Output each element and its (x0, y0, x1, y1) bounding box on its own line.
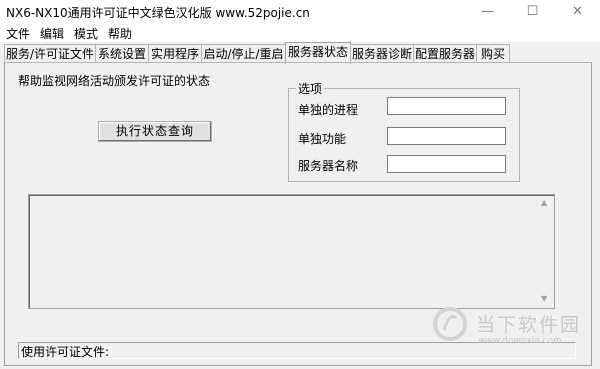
server-name-input[interactable] (387, 155, 506, 173)
separate-feature-input[interactable] (387, 127, 506, 145)
license-file-status: 使用许可证文件: (21, 345, 110, 359)
tab-system-settings[interactable]: 系统设置 (95, 44, 149, 63)
scroll-down-icon[interactable]: ▼ (541, 294, 547, 303)
tab-utilities[interactable]: 实用程序 (148, 44, 202, 63)
scroll-up-icon[interactable]: ▲ (541, 198, 547, 207)
tab-strip: 服务/许可证文件 系统设置 实用程序 启动/停止/重启 服务器状态 服务器诊断 … (0, 42, 600, 64)
help-text: 帮助监视网络活动颁发许可证的状态 (18, 74, 211, 88)
execute-status-query-button[interactable]: 执行状态查询 (98, 121, 212, 142)
watermark-text: 当下软件园 (476, 314, 582, 336)
downxia-logo-icon (433, 307, 467, 341)
options-legend: 选项 (296, 80, 325, 97)
tab-service-license-file[interactable]: 服务/许可证文件 (4, 44, 96, 63)
watermark: 当下软件园 www.downxia.com (432, 306, 592, 356)
window-title: NX6-NX10通用许可证中文绿色汉化版 www.52pojie.cn (6, 6, 310, 20)
server-name-label: 服务器名称 (298, 159, 359, 173)
tab-start-stop-restart[interactable]: 启动/停止/重启 (201, 44, 286, 63)
separate-feature-label: 单独功能 (298, 132, 347, 146)
maximize-button[interactable]: ☐ (510, 0, 555, 24)
separate-process-input[interactable] (387, 97, 506, 115)
separate-process-label: 单独的进程 (298, 103, 359, 117)
menu-bar: 文件 编辑 模式 帮助 (0, 24, 600, 42)
menu-file[interactable]: 文件 (6, 25, 30, 42)
watermark-url: www.downxia.com (478, 336, 562, 346)
tab-server-diagnostics[interactable]: 服务器诊断 (350, 44, 414, 63)
tab-configure-server[interactable]: 配置服务器 (413, 44, 477, 63)
menu-mode[interactable]: 模式 (74, 25, 98, 42)
title-bar: NX6-NX10通用许可证中文绿色汉化版 www.52pojie.cn — ☐ … (0, 0, 600, 24)
menu-edit[interactable]: 编辑 (40, 25, 64, 42)
close-button[interactable]: ✕ (555, 0, 600, 24)
status-output-box[interactable] (28, 194, 555, 309)
tab-purchase[interactable]: 购买 (476, 44, 510, 63)
menu-help[interactable]: 帮助 (108, 25, 132, 42)
tab-server-status[interactable]: 服务器状态 (285, 42, 351, 64)
output-scrollbar[interactable]: ▲ ▼ (539, 196, 552, 306)
minimize-button[interactable]: — (465, 0, 510, 24)
